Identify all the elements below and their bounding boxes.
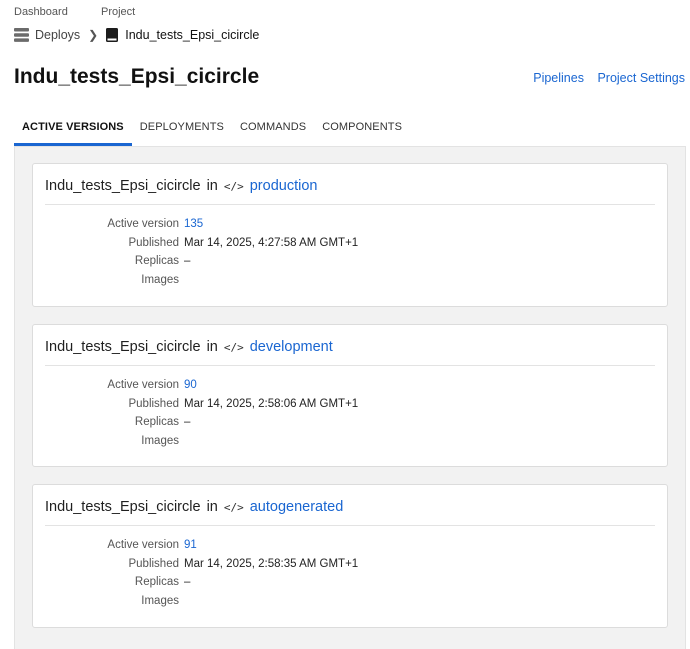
dashboard-label: Dashboard (14, 6, 68, 18)
code-icon: </> (223, 501, 244, 514)
published-label: Published (128, 236, 179, 249)
code-icon: </> (223, 180, 244, 193)
breadcrumb: Deploys ❯ Indu_tests_Epsi_cicircle (14, 26, 259, 44)
breadcrumb-deploys[interactable]: Deploys (14, 28, 80, 42)
published-label: Published (128, 397, 179, 410)
card-project-name: Indu_tests_Epsi_cicircle (45, 499, 201, 515)
card-header: Indu_tests_Epsi_cicircle in </> autogene… (45, 499, 655, 526)
environment-card-development: Indu_tests_Epsi_cicircle in </> developm… (32, 324, 668, 467)
card-details: Active version 90 Published Mar 14, 2025, … (45, 376, 358, 450)
replicas-label: Replicas (134, 416, 179, 429)
code-icon: </> (223, 341, 244, 354)
published-value: Mar 14, 2025, 4:27:58 AM GMT+1 (184, 236, 359, 249)
card-header: Indu_tests_Epsi_cicircle in </> producti… (45, 178, 655, 205)
server-stack-icon (14, 28, 29, 42)
deploys-label: Deploys (35, 28, 81, 42)
in-label: in (206, 339, 218, 355)
card-details: Active version 91 Published Mar 14, 2025, … (45, 536, 358, 610)
published-label: Published (128, 557, 179, 570)
environment-link[interactable]: autogenerated (250, 499, 344, 515)
in-label: in (206, 178, 218, 194)
card-project-name: Indu_tests_Epsi_cicircle (45, 339, 201, 355)
environment-card-autogenerated: Indu_tests_Epsi_cicircle in </> autogene… (32, 484, 668, 628)
published-value: Mar 14, 2025, 2:58:35 AM GMT+1 (184, 557, 359, 570)
environment-link[interactable]: production (250, 178, 318, 194)
replicas-label: Replicas (134, 255, 179, 268)
book-icon (106, 28, 119, 42)
published-value: Mar 14, 2025, 2:58:06 AM GMT+1 (184, 397, 359, 410)
project-name: Indu_tests_Epsi_cicircle (125, 28, 260, 42)
environment-link[interactable]: development (250, 339, 333, 355)
card-project-name: Indu_tests_Epsi_cicircle (45, 178, 201, 194)
tab-bar: ACTIVE VERSIONS DEPLOYMENTS COMMANDS COM… (14, 115, 410, 146)
project-settings-link[interactable]: Project Settings (597, 71, 685, 85)
active-version-label: Active version (107, 539, 179, 552)
chevron-right-icon: ❯ (88, 28, 99, 42)
tab-deployments[interactable]: DEPLOYMENTS (132, 115, 232, 146)
page-title: Indu_tests_Epsi_cicircle (14, 65, 260, 88)
replicas-value: – (184, 255, 191, 268)
active-version-label: Active version (107, 379, 179, 392)
header-links: Pipelines Project Settings (523, 71, 685, 85)
breadcrumb-project[interactable]: Indu_tests_Epsi_cicircle (106, 28, 259, 42)
tab-components[interactable]: COMPONENTS (314, 115, 410, 146)
images-label: Images (141, 594, 179, 607)
images-label: Images (141, 273, 179, 286)
replicas-label: Replicas (134, 576, 179, 589)
active-versions-panel: Indu_tests_Epsi_cicircle in </> producti… (14, 146, 686, 649)
card-details: Active version 135 Published Mar 14, 2025,… (45, 215, 358, 289)
card-header: Indu_tests_Epsi_cicircle in </> developm… (45, 339, 655, 366)
replicas-value: – (184, 576, 191, 589)
tab-active-versions[interactable]: ACTIVE VERSIONS (14, 115, 132, 146)
active-version-link[interactable]: 135 (184, 218, 203, 230)
active-version-link[interactable]: 90 (184, 379, 197, 391)
replicas-value: – (184, 416, 191, 429)
in-label: in (206, 499, 218, 515)
environment-card-production: Indu_tests_Epsi_cicircle in </> producti… (32, 163, 668, 307)
pipelines-link[interactable]: Pipelines (533, 71, 584, 85)
project-label: Project (101, 6, 136, 18)
active-version-link[interactable]: 91 (184, 539, 197, 551)
images-label: Images (141, 434, 179, 447)
tab-commands[interactable]: COMMANDS (232, 115, 314, 146)
active-version-label: Active version (107, 218, 179, 231)
